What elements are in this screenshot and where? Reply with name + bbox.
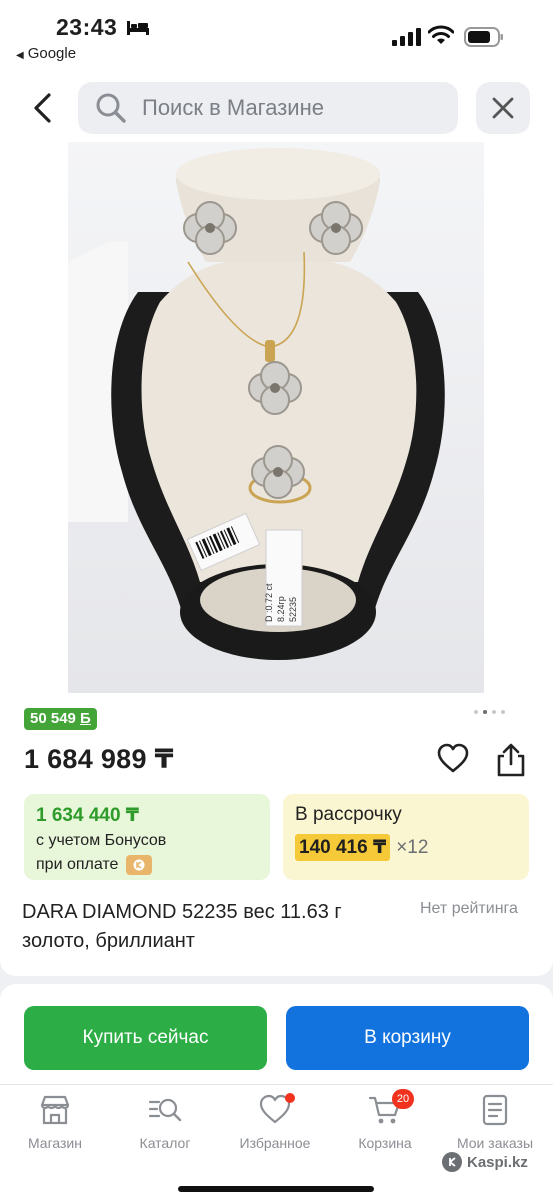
store-icon (40, 1095, 70, 1125)
back-app-label: Google (27, 45, 77, 62)
add-to-cart-button[interactable]: В корзину (286, 1006, 529, 1070)
jewelry-photo: D :0.72 ct 8.24гр 52235 (68, 148, 445, 660)
search-input[interactable] (142, 95, 442, 121)
bonus-price: 1 634 440 ₸ (36, 805, 140, 826)
product-title: DARA DIAMOND 52235 вес 11.63 г золото, б… (22, 901, 342, 952)
gallery-dot (483, 710, 487, 714)
tag-diamond-label: D :0.72 ct (264, 583, 274, 622)
bonus-line-2-row: при оплате (36, 855, 258, 875)
tab-orders-label: Мои заказы (456, 1135, 534, 1151)
kaspi-watermark-text: Kaspi.kz (467, 1153, 528, 1171)
installment-row: 140 416 ₸ ×12 (295, 834, 517, 861)
bonus-badge: 50 549 Б (24, 708, 97, 730)
battery-icon (464, 27, 503, 47)
chevron-left-icon (34, 93, 51, 123)
bonus-line-1: с учетом Бонусов (36, 832, 167, 849)
signal-icon (392, 28, 421, 46)
tab-store-label: Магазин (27, 1135, 82, 1151)
product-image[interactable]: D :0.72 ct 8.24гр 52235 (68, 142, 484, 693)
tab-store[interactable]: Магазин (0, 1093, 110, 1161)
price: 1 684 989 ₸ (24, 744, 174, 774)
cart-count-badge: 20 (392, 1089, 414, 1109)
back-to-app[interactable]: ◀ Google (16, 45, 76, 62)
kaspi-watermark: Kaspi.kz (442, 1152, 528, 1172)
product-card: D :0.72 ct 8.24гр 52235 50 549 Б 1 684 9… (0, 142, 553, 976)
search-field[interactable] (78, 82, 458, 134)
installment-box[interactable]: В рассрочку 140 416 ₸ ×12 (283, 794, 529, 880)
tab-favorites[interactable]: Избранное (220, 1093, 330, 1161)
tab-favorites-label: Избранное (239, 1135, 311, 1151)
share-icon[interactable] (494, 742, 528, 778)
kaspi-logo-icon (442, 1152, 462, 1172)
bonus-b-icon: Б (80, 710, 91, 727)
tab-orders[interactable]: Мои заказы (440, 1093, 550, 1161)
tab-catalog-label: Каталог (139, 1135, 191, 1151)
tag-weight-label: 8.24гр (276, 596, 286, 622)
tab-catalog[interactable]: Каталог (110, 1093, 220, 1161)
wifi-icon (428, 25, 454, 44)
close-button[interactable] (476, 82, 530, 134)
tag-sku-label: 52235 (288, 597, 298, 622)
tab-cart-label: Корзина (358, 1135, 412, 1151)
bonus-badge-value: 50 549 (30, 710, 81, 727)
favorite-heart-icon[interactable] (436, 742, 470, 776)
installment-amount: 140 416 ₸ (295, 834, 391, 861)
close-icon (492, 97, 514, 119)
bottom-tab-bar: Магазин Каталог Избранное 20 Корзина Мои… (0, 1084, 553, 1200)
bonus-line-2: при оплате (36, 856, 119, 873)
installment-title: В рассрочку (295, 804, 402, 825)
catalog-icon (148, 1098, 182, 1122)
orders-icon (482, 1094, 508, 1126)
installment-months: ×12 (396, 836, 429, 858)
status-time: 23:43 (56, 14, 118, 40)
search-header (0, 70, 553, 142)
gallery-dots (474, 710, 505, 714)
search-icon (96, 93, 126, 123)
tab-cart[interactable]: 20 Корзина (330, 1089, 440, 1161)
status-bar: 23:43 ◀ Google (0, 0, 553, 70)
buy-now-button[interactable]: Купить сейчас (24, 1006, 267, 1070)
back-button[interactable] (22, 88, 62, 128)
bonus-price-box[interactable]: 1 634 440 ₸ с учетом Бонусов при оплате (24, 794, 270, 880)
bed-icon (127, 21, 149, 35)
gallery-dot (492, 710, 496, 714)
home-indicator (178, 1186, 374, 1192)
back-triangle-icon: ◀ (16, 50, 24, 61)
rating-text[interactable]: Нет рейтинга (420, 900, 518, 918)
favorites-notification-dot (285, 1093, 295, 1103)
kaspi-pay-icon (126, 855, 153, 875)
gallery-dot (474, 710, 478, 714)
gallery-dot (501, 710, 505, 714)
action-panel: Купить сейчас В корзину (0, 984, 553, 1084)
